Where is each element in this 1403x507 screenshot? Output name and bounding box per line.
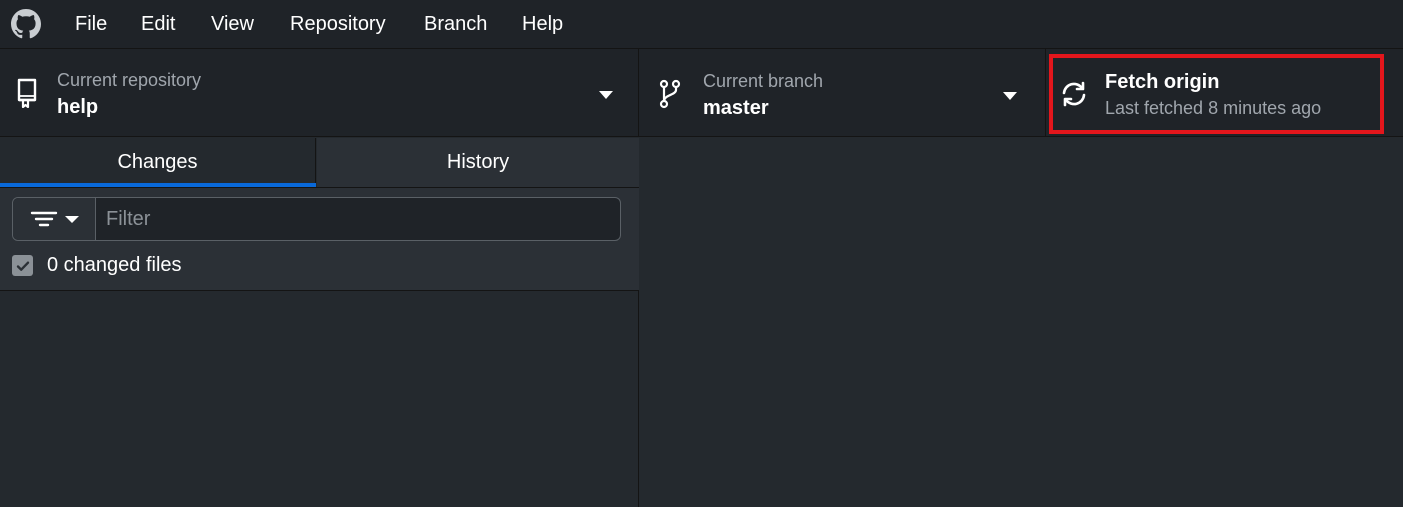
filter-icon: [30, 211, 79, 227]
fetch-origin-title: Fetch origin: [1105, 71, 1220, 93]
menu-view[interactable]: View: [211, 0, 254, 48]
chevron-down-icon: [1003, 92, 1017, 100]
select-all-checkbox[interactable]: [12, 255, 33, 276]
chevron-down-icon: [599, 91, 613, 99]
menu-help[interactable]: Help: [522, 0, 563, 48]
current-repository-button[interactable]: Current repository help: [0, 49, 639, 137]
current-repository-value: help: [57, 96, 99, 118]
menu-repository[interactable]: Repository: [290, 0, 386, 48]
tab-bar: Changes History: [0, 138, 639, 188]
filter-box: [12, 197, 621, 241]
toolbar: Current repository help Current branch m…: [0, 48, 1403, 137]
main-content-area: [640, 138, 1403, 507]
menu-branch[interactable]: Branch: [424, 0, 487, 48]
sync-icon: [1059, 79, 1089, 109]
changed-files-count: 0 changed files: [47, 254, 182, 276]
title-bar: File Edit View Repository Branch Help: [0, 0, 1403, 48]
tab-history[interactable]: History: [317, 138, 639, 187]
current-branch-label: Current branch: [703, 71, 824, 91]
repo-icon: [13, 77, 41, 109]
github-logo-icon: [10, 8, 42, 40]
checkmark-icon: [16, 261, 29, 271]
tab-changes[interactable]: Changes: [0, 138, 316, 187]
menu-file[interactable]: File: [75, 0, 107, 48]
selected-tab-indicator: [0, 183, 316, 187]
current-repository-label: Current repository: [57, 70, 202, 90]
filter-options-button[interactable]: [13, 198, 96, 240]
git-branch-icon: [657, 79, 683, 109]
sidebar: Changes History 0 changed files: [0, 138, 639, 507]
current-branch-value: master: [703, 97, 769, 119]
menu-edit[interactable]: Edit: [141, 0, 175, 48]
current-branch-button[interactable]: Current branch master: [640, 49, 1046, 137]
filter-row: 0 changed files: [0, 188, 639, 291]
fetch-origin-button[interactable]: Fetch origin Last fetched 8 minutes ago: [1047, 49, 1403, 137]
filter-input[interactable]: [97, 198, 620, 240]
fetch-origin-subtitle: Last fetched 8 minutes ago: [1105, 98, 1322, 118]
